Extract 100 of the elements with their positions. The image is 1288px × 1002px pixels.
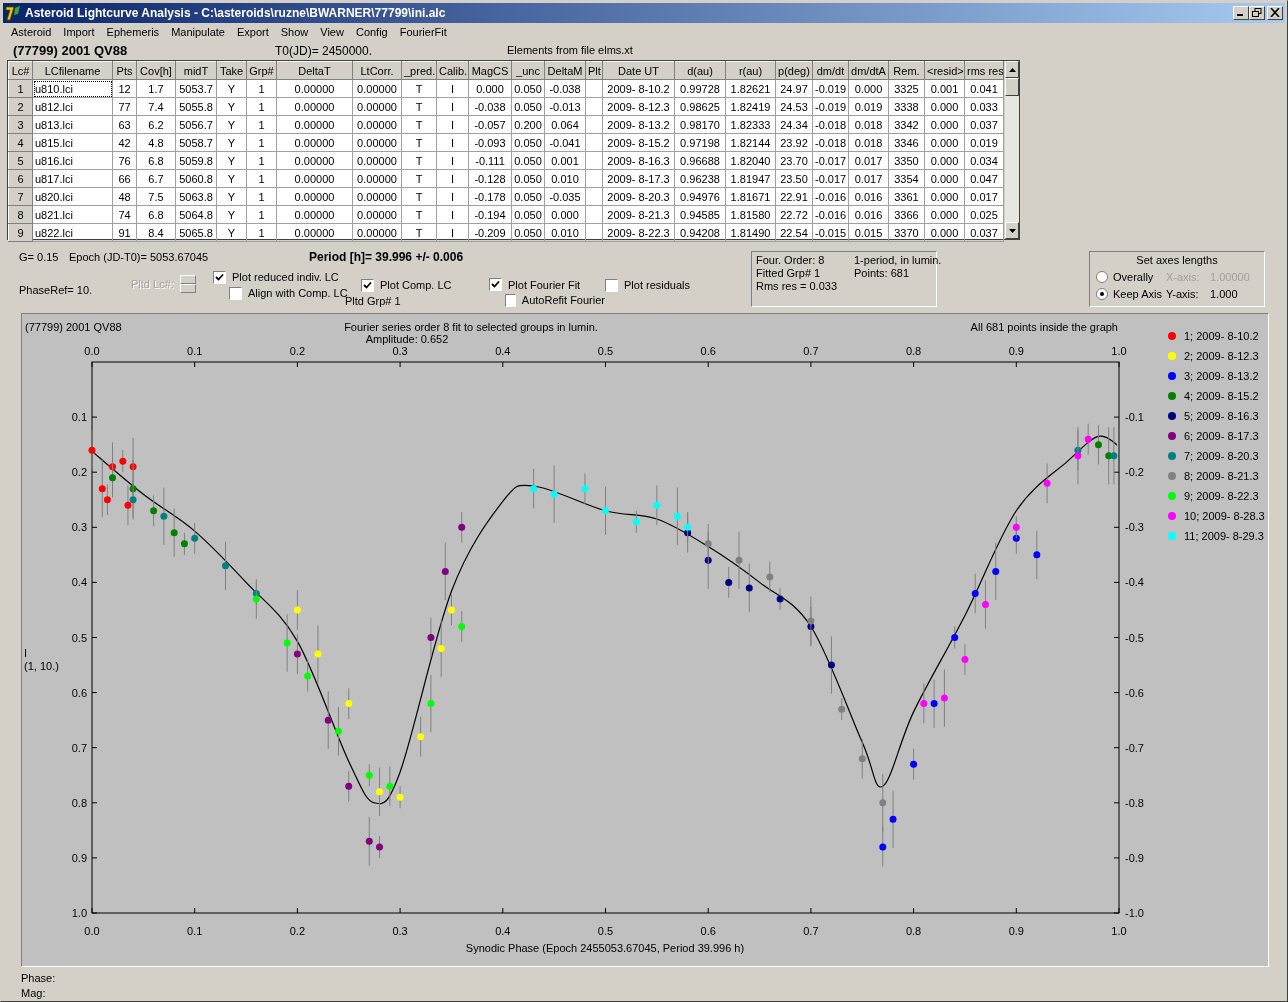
column-header[interactable]: _pred. — [401, 61, 437, 80]
minimize-button[interactable] — [1233, 5, 1249, 20]
menu-item[interactable]: Manipulate — [165, 25, 231, 38]
radio-label[interactable]: Keep Axis — [1113, 287, 1162, 300]
column-header[interactable]: Calib. — [436, 61, 469, 80]
column-header[interactable]: Grp# — [246, 61, 277, 80]
table-cell: 1.82040 — [725, 151, 776, 170]
menu-item[interactable]: Config — [349, 25, 394, 38]
column-header[interactable]: midT — [175, 61, 217, 80]
scroll-down-button[interactable] — [1005, 222, 1019, 240]
table-cell: T — [401, 187, 437, 206]
tick-label: 1.0 — [1111, 925, 1127, 937]
tick-label: 0.4 — [495, 345, 511, 357]
point — [345, 700, 353, 708]
legend-label: 6; 2009- 8-17.3 — [1184, 430, 1259, 442]
table-cell: 48 — [112, 187, 137, 206]
table-cell: 0.050 — [511, 205, 545, 224]
checkbox[interactable]: Plot residuals — [605, 277, 691, 294]
point — [910, 760, 918, 768]
column-header[interactable]: _unc — [511, 61, 545, 80]
menu-item[interactable]: Asteroid — [5, 25, 58, 38]
point — [920, 700, 928, 708]
table-cell: 24.53 — [775, 97, 813, 116]
status-label: Mag: — [21, 986, 47, 1001]
data-point — [827, 635, 835, 695]
table-cell: T — [401, 169, 437, 188]
column-header[interactable]: dm/dtA — [848, 61, 889, 80]
point — [283, 639, 291, 647]
table-cell: 0.00000 — [352, 133, 402, 152]
column-header[interactable]: DeltaM — [544, 61, 586, 80]
checkbox[interactable]: Plot Comp. LC — [361, 277, 489, 294]
data-point — [1084, 423, 1092, 456]
table-cell: 22.54 — [775, 223, 813, 242]
menu-item[interactable]: Show — [274, 25, 315, 38]
column-header[interactable]: r(au) — [725, 61, 776, 80]
table-cell: -0.015 — [812, 223, 849, 242]
column-header[interactable]: <resid> — [924, 61, 965, 80]
column-header[interactable]: Date UT — [602, 61, 675, 80]
point — [889, 815, 897, 823]
table-cell: 0.018 — [848, 133, 889, 152]
column-header[interactable]: LCfilename — [32, 61, 113, 80]
menu-item[interactable]: Import — [57, 25, 101, 38]
table-cell: 0.000 — [924, 187, 965, 206]
table-cell: 1 — [246, 97, 277, 116]
column-header[interactable]: MagCS — [468, 61, 512, 80]
close-button[interactable] — [1267, 5, 1283, 20]
data-point — [951, 626, 959, 649]
checkbox[interactable]: AutoRefit Fourier — [505, 292, 605, 309]
column-header[interactable]: rms res — [964, 61, 1004, 80]
table-cell: 0.00000 — [352, 97, 402, 116]
table-cell: 0.000 — [848, 79, 889, 98]
table-cell: 22.72 — [775, 205, 813, 224]
legend-label: 10; 2009- 8-28.3 — [1184, 510, 1265, 522]
column-header[interactable]: Take — [216, 61, 247, 80]
table-cell: 6.7 — [136, 169, 176, 188]
checkbox[interactable]: Plot Fourier Fit — [489, 277, 605, 293]
table-cell: 2009- 8-13.2 — [602, 115, 675, 134]
table-cell: I — [436, 205, 469, 224]
restore-button[interactable] — [1249, 5, 1265, 20]
column-header[interactable]: Pts — [112, 61, 137, 80]
table-cell: 0.00000 — [352, 223, 402, 242]
point — [170, 529, 178, 537]
table-cell: T — [401, 223, 437, 242]
data-point — [992, 542, 1000, 601]
point — [222, 562, 230, 570]
table-cell: 0.050 — [511, 169, 545, 188]
column-header[interactable]: p(deg) — [775, 61, 813, 80]
scroll-up-button[interactable] — [1005, 61, 1019, 79]
radio-button[interactable] — [1096, 287, 1108, 300]
checkbox[interactable]: Plot reduced indiv. LC — [213, 269, 361, 286]
table-cell: 2009- 8-12.3 — [602, 97, 675, 116]
legend-label: 8; 2009- 8-21.3 — [1184, 470, 1259, 482]
table-cell: 1.7 — [136, 79, 176, 98]
tick-label: 0.1 — [187, 925, 203, 937]
column-header[interactable]: dm/dt — [812, 61, 849, 80]
column-header[interactable]: Cov[h] — [136, 61, 176, 80]
table-cell: 3361 — [888, 187, 925, 206]
point — [345, 782, 353, 790]
scroll-thumb[interactable] — [1005, 78, 1019, 97]
table-cell: 7.5 — [136, 187, 176, 206]
menu-item[interactable]: Export — [230, 25, 275, 38]
column-header[interactable]: Lc# — [8, 61, 33, 80]
tick-label: 0.0 — [84, 925, 100, 937]
column-header[interactable]: DeltaT — [276, 61, 353, 80]
table-cell: 0.016 — [848, 205, 889, 224]
menu-item[interactable]: View — [314, 25, 350, 38]
legend-label: 11; 2009- 8-29.3 — [1184, 530, 1264, 542]
data-point — [725, 566, 733, 599]
spin-control — [179, 275, 196, 294]
data-point — [180, 532, 188, 556]
table-cell: 0.016 — [848, 187, 889, 206]
column-header[interactable]: d(au) — [674, 61, 726, 80]
menu-item[interactable]: Ephemeris — [100, 25, 166, 38]
data-point — [304, 660, 312, 692]
data-point — [653, 484, 661, 526]
column-header[interactable]: LtCorr. — [352, 61, 402, 80]
menu-item[interactable]: FourierFit — [393, 25, 453, 38]
table-cell: 0.010 — [544, 223, 586, 242]
column-header[interactable]: Rem. — [888, 61, 925, 80]
table-cell: 0.050 — [511, 97, 545, 116]
